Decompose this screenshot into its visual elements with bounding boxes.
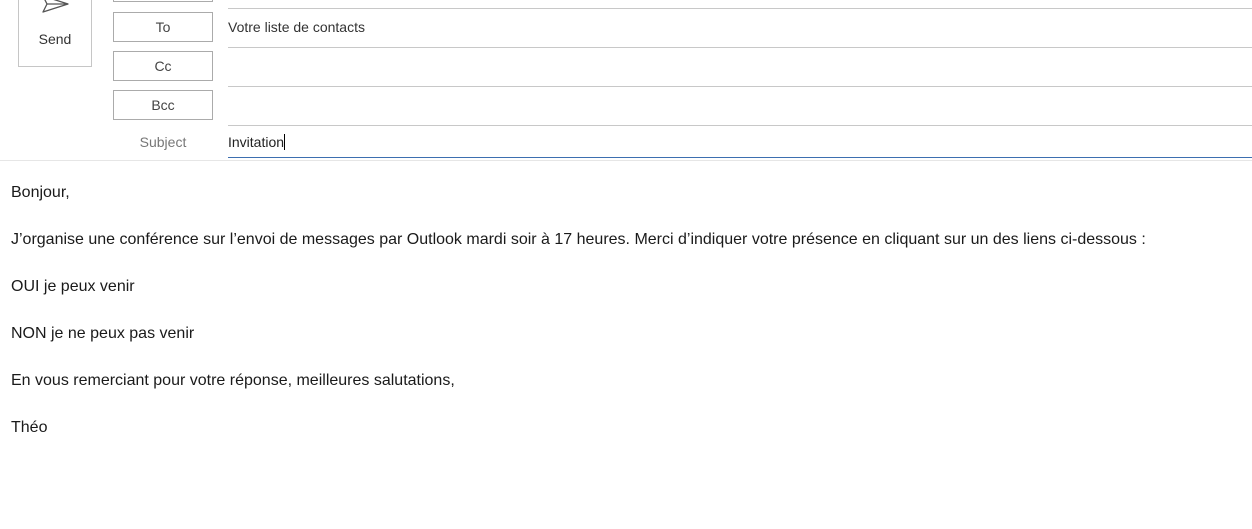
text-caret [284,134,286,150]
subject-input[interactable]: Invitation [228,130,1252,158]
signature: Théo [11,419,48,436]
field-separator [228,8,1252,9]
header-button-partial[interactable] [113,0,213,2]
bcc-field[interactable] [228,93,1252,123]
send-button[interactable]: Send [18,0,92,67]
subject-text: Invitation [228,134,285,150]
bcc-button[interactable]: Bcc [113,90,213,120]
to-field[interactable]: Votre liste de contacts [228,19,1228,35]
body-paragraph: Bonjour, [11,184,70,201]
bcc-field-underline [228,125,1252,126]
no-link[interactable]: NON je ne peux pas venir [11,325,194,343]
body-paragraph: J’organise une conférence sur l’envoi de… [11,231,1146,248]
subject-label: Subject [139,134,187,150]
cc-field[interactable] [228,54,1252,84]
message-header: Send To Votre liste de contacts Cc Bcc S… [0,0,1252,159]
yes-link[interactable]: OUI je peux venir [11,278,135,296]
to-field-underline [228,47,1252,48]
cc-field-underline [228,86,1252,87]
cc-button[interactable]: Cc [113,51,213,81]
to-button[interactable]: To [113,12,213,42]
message-body[interactable]: Bonjour, J’organise une conférence sur l… [0,160,1252,529]
send-label: Send [38,31,72,47]
send-icon [42,0,69,13]
body-paragraph: En vous remerciant pour votre réponse, m… [11,372,455,389]
